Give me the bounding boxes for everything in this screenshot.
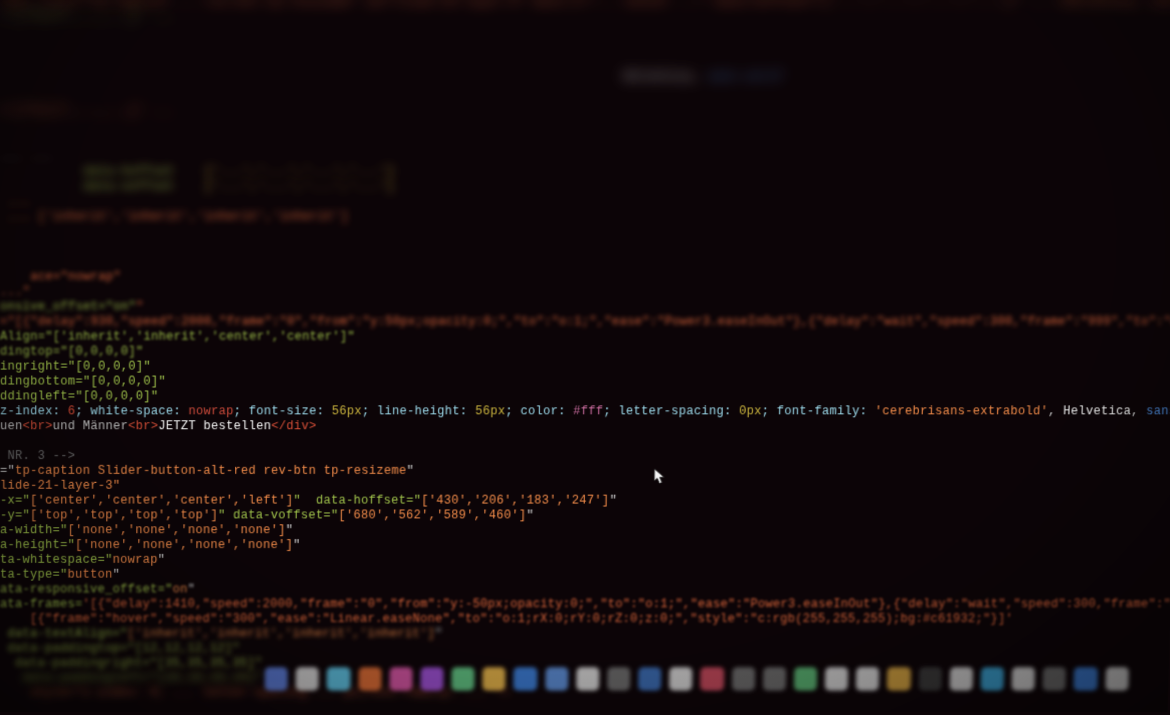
- dock-app-icon[interactable]: [358, 667, 381, 691]
- dock-app-icon[interactable]: [389, 667, 412, 691]
- code-line: ingright="[0,0,0,0]": [0, 360, 151, 374]
- code-line: onsive_offset="on": [0, 300, 136, 314]
- code-line: dingtop="[0,0,0,0]": [0, 345, 143, 359]
- dock-app-icon[interactable]: [327, 667, 350, 691]
- code-line: Helvetica,: [623, 70, 699, 84]
- comment-line: NR. 3 -->: [0, 449, 75, 463]
- code-line: ...: [0, 195, 30, 209]
- dock-app-icon[interactable]: [482, 667, 505, 691]
- dock-app-icon[interactable]: [1043, 667, 1067, 691]
- dock-app-icon[interactable]: [296, 667, 319, 691]
- dock-app-icon[interactable]: [638, 667, 662, 691]
- dock-app-icon[interactable]: [856, 667, 880, 691]
- padding-top-line: data-paddingtop="[12,12,12,12]": [0, 642, 240, 656]
- id-attr-line: lide-21-layer-3": [0, 479, 120, 493]
- hover-frame-line: [{"frame":"hover","speed":"300","ease":"…: [0, 612, 1013, 626]
- dock-app-icon[interactable]: [731, 667, 755, 691]
- dock-app-icon[interactable]: [265, 667, 288, 691]
- data-x-line: -x="['center','center','center','left']"…: [0, 494, 1170, 509]
- whitespace-line: ta-whitespace="nowrap": [0, 553, 1170, 568]
- dock-app-icon[interactable]: [918, 667, 942, 691]
- code-line: ='["fill",...,...]' ...: [0, 104, 175, 118]
- dock-app-icon[interactable]: [1012, 667, 1036, 691]
- code-line: data-hoffset: [83, 164, 174, 178]
- style-line: z-index: 6; white-space: nowrap; font-si…: [0, 404, 1170, 419]
- code-line: ='["fill",...,...]' ...: [0, 9, 175, 23]
- dock-app-icon[interactable]: [700, 667, 724, 691]
- dock-app-icon[interactable]: [949, 667, 973, 691]
- code-line: ... ...: [0, 149, 53, 163]
- dock-app-icon[interactable]: [545, 667, 568, 691]
- dock-app-icon[interactable]: [794, 667, 818, 691]
- code-line: <div class="tp-caption ... rev-btn tp-re…: [0, 0, 1170, 8]
- code-line: dingbottom="[0,0,0,0]": [0, 375, 166, 389]
- code-line: ace="nowrap": [30, 270, 121, 284]
- code-line: ddingleft="[0,0,0,0]": [0, 389, 158, 403]
- data-type-line: ta-type="button": [0, 568, 1170, 583]
- dock-app-icon[interactable]: [607, 667, 630, 691]
- code-line: Align="['inherit','inherit','center','ce…: [0, 330, 355, 344]
- dock-app-icon[interactable]: [980, 667, 1004, 691]
- dock-app-icon[interactable]: [514, 667, 537, 691]
- data-width-line: a-width="['none','none','none','none']": [0, 523, 1170, 538]
- code-line: ="[{"delay":930,"speed":2000,"frame":"0"…: [0, 315, 1170, 329]
- dock-app-icon[interactable]: [825, 667, 849, 691]
- data-y-line: -y="['top','top','top','top']" data-voff…: [0, 509, 1170, 524]
- code-line: ...": [0, 285, 30, 299]
- dock-app-icon[interactable]: [576, 667, 599, 691]
- padding-right-line: data-paddingright="[35,35,35,35]": [0, 656, 262, 670]
- dock-app-icon[interactable]: [887, 667, 911, 691]
- dock-app-icon[interactable]: [451, 667, 474, 691]
- text-content-line: uen<br>und Männer<br>JETZT bestellen</di…: [0, 419, 1170, 434]
- data-height-line: a-height="['none','none','none','none']": [0, 538, 1170, 553]
- mouse-cursor-icon: [653, 468, 667, 486]
- dock-app-icon[interactable]: [420, 667, 443, 691]
- class-attr-line: ="tp-caption Slider-button-alt-red rev-b…: [0, 464, 1170, 479]
- data-frames-line: ata-frames='[{"delay":1410,"speed":2000,…: [0, 597, 1170, 612]
- dock-app-icon[interactable]: [1074, 667, 1098, 691]
- dock-app-icon[interactable]: [669, 667, 693, 691]
- padding-left-line: data-paddingleft="[10,10,10,10]": [0, 671, 262, 685]
- code-line: ... ['inherit','inherit','inherit','inhe…: [0, 210, 349, 224]
- text-align-line: data-textAlign="['inherit','inherit','in…: [0, 627, 1170, 642]
- code-line: data-voffset: [83, 180, 174, 194]
- code-editor-screenshot: <div class="tp-caption ... rev-btn tp-re…: [0, 0, 1170, 712]
- code-area: <div class="tp-caption ... rev-btn tp-re…: [0, 0, 1170, 700]
- dock-app-icon[interactable]: [763, 667, 787, 691]
- macos-dock[interactable]: [265, 661, 1130, 690]
- responsive-offset-line: ata-responsive_offset="on": [0, 583, 1170, 598]
- dock-app-icon[interactable]: [1105, 667, 1129, 691]
